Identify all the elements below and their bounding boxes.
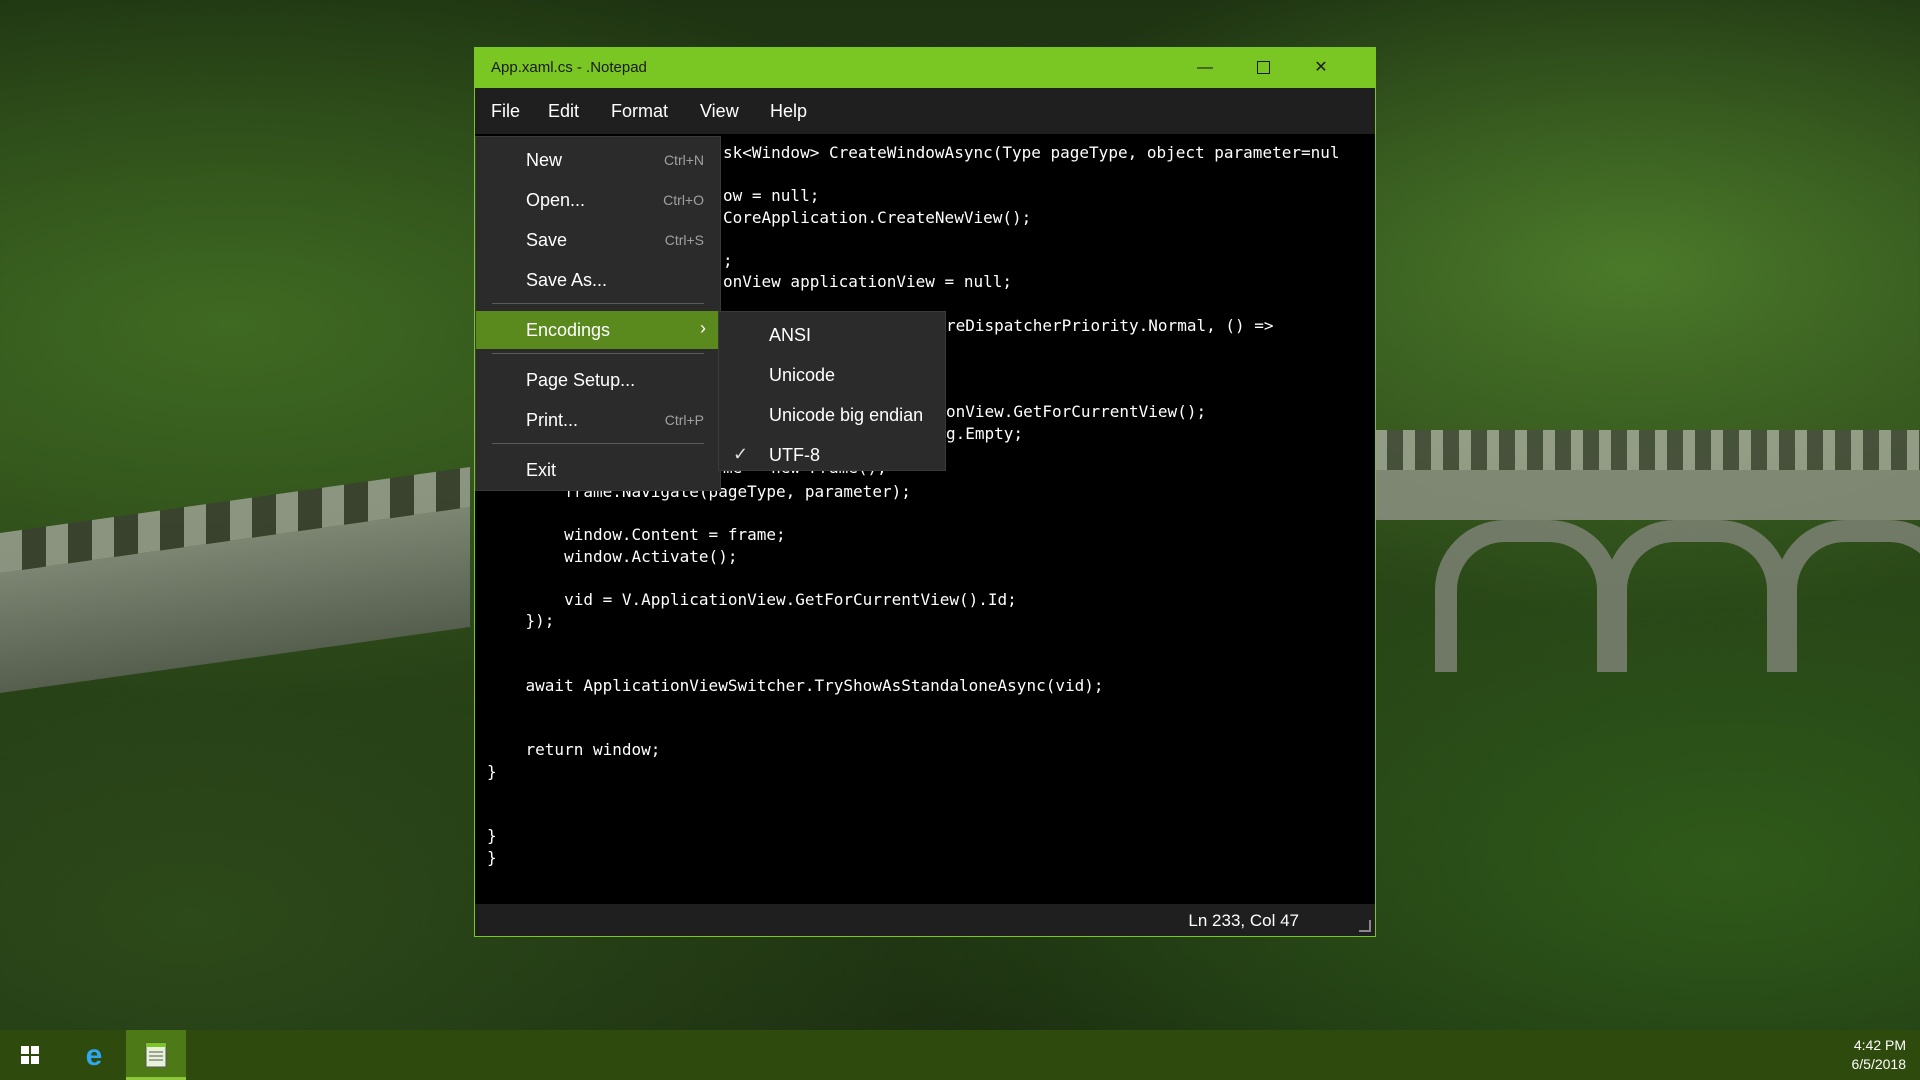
menu-file[interactable]: File <box>491 101 520 122</box>
menu-help[interactable]: Help <box>770 101 807 122</box>
encoding-ansi[interactable]: ANSI <box>719 316 945 354</box>
encoding-utf8[interactable]: ✓ UTF-8 <box>719 436 945 474</box>
menu-item-label: Save <box>526 230 568 250</box>
taskbar-edge-button[interactable]: e <box>64 1030 124 1080</box>
menu-item-label: UTF-8 <box>769 445 820 465</box>
shortcut-label: Ctrl+N <box>663 152 704 168</box>
window-title: App.xaml.cs - .Notepad <box>491 59 647 76</box>
title-bar[interactable]: App.xaml.cs - .Notepad — ✕ <box>475 48 1375 88</box>
taskbar-notepad-button[interactable] <box>126 1030 186 1080</box>
menu-item-label: Print... <box>526 410 579 430</box>
menu-item-new[interactable]: New Ctrl+N <box>476 141 720 179</box>
menu-item-label: Unicode <box>769 365 836 385</box>
menu-item-label: Save As... <box>526 270 608 290</box>
file-menu: New Ctrl+N Open... Ctrl+O Save Ctrl+S Sa… <box>475 136 721 491</box>
menu-item-exit[interactable]: Exit <box>476 451 720 489</box>
menu-item-label: Encodings <box>526 320 611 340</box>
start-button[interactable] <box>0 1030 60 1080</box>
menu-item-label: Unicode big endian <box>769 405 924 425</box>
encoding-unicode-big-endian[interactable]: Unicode big endian <box>719 396 945 434</box>
menu-item-label: Exit <box>526 460 557 480</box>
status-bar: Ln 233, Col 47 <box>475 904 1375 936</box>
menu-item-page-setup[interactable]: Page Setup... <box>476 361 720 399</box>
menu-item-save[interactable]: Save Ctrl+S <box>476 221 720 259</box>
menu-item-print[interactable]: Print... Ctrl+P <box>476 401 720 439</box>
clock-time: 4:42 PM <box>1853 1037 1906 1053</box>
menu-item-label: New <box>526 150 563 170</box>
menu-item-open[interactable]: Open... Ctrl+O <box>476 181 720 219</box>
close-button[interactable]: ✕ <box>1293 48 1349 88</box>
minimize-icon: — <box>1197 59 1213 76</box>
notepad-icon <box>145 1042 167 1068</box>
menu-item-encodings[interactable]: Encodings › <box>476 311 720 349</box>
code-body: frame.Navigate(pageType, parameter); win… <box>487 482 1104 867</box>
menu-separator <box>492 303 704 304</box>
wallpaper-bridge-right <box>1375 430 1920 672</box>
menu-edit[interactable]: Edit <box>548 101 579 122</box>
menu-item-label: ANSI <box>769 325 812 345</box>
cursor-position: Ln 233, Col 47 <box>1188 911 1299 930</box>
minimize-button[interactable]: — <box>1177 48 1233 88</box>
menu-separator <box>492 353 704 354</box>
menu-bar: File Edit Format View Help <box>475 88 1375 134</box>
shortcut-label: Ctrl+P <box>664 412 704 428</box>
system-clock[interactable]: 4:42 PM 6/5/2018 <box>1852 1036 1907 1074</box>
close-icon: ✕ <box>1314 59 1328 76</box>
menu-view[interactable]: View <box>700 101 739 122</box>
code-fragment-right: reDispatcherPriority.Normal, () => onVie… <box>946 316 1274 443</box>
wallpaper-bridge-left <box>0 466 470 694</box>
shortcut-label: Ctrl+O <box>663 192 704 208</box>
edge-browser-icon: e <box>86 1039 103 1072</box>
menu-item-label: Open... <box>526 190 586 210</box>
svg-text:e: e <box>86 1039 103 1072</box>
shortcut-label: Ctrl+S <box>664 232 704 248</box>
menu-format[interactable]: Format <box>611 101 668 122</box>
chevron-right-icon: › <box>700 318 706 338</box>
windows-logo-icon <box>21 1046 39 1064</box>
clock-date: 6/5/2018 <box>1851 1056 1907 1072</box>
maximize-button[interactable] <box>1235 48 1291 88</box>
encodings-submenu: ANSI Unicode Unicode big endian ✓ UTF-8 <box>718 311 946 471</box>
code-fragment-top: sk<Window> CreateWindowAsync(Type pageTy… <box>723 143 1340 291</box>
encoding-unicode[interactable]: Unicode <box>719 356 945 394</box>
menu-item-label: Page Setup... <box>526 370 636 390</box>
checkmark-icon: ✓ <box>733 444 749 464</box>
maximize-icon <box>1256 61 1270 75</box>
menu-item-save-as[interactable]: Save As... <box>476 261 720 299</box>
taskbar: e 4:42 PM 6/5/2018 <box>0 1030 1920 1080</box>
resize-grip-icon[interactable] <box>1359 920 1371 932</box>
menu-separator <box>492 443 704 444</box>
